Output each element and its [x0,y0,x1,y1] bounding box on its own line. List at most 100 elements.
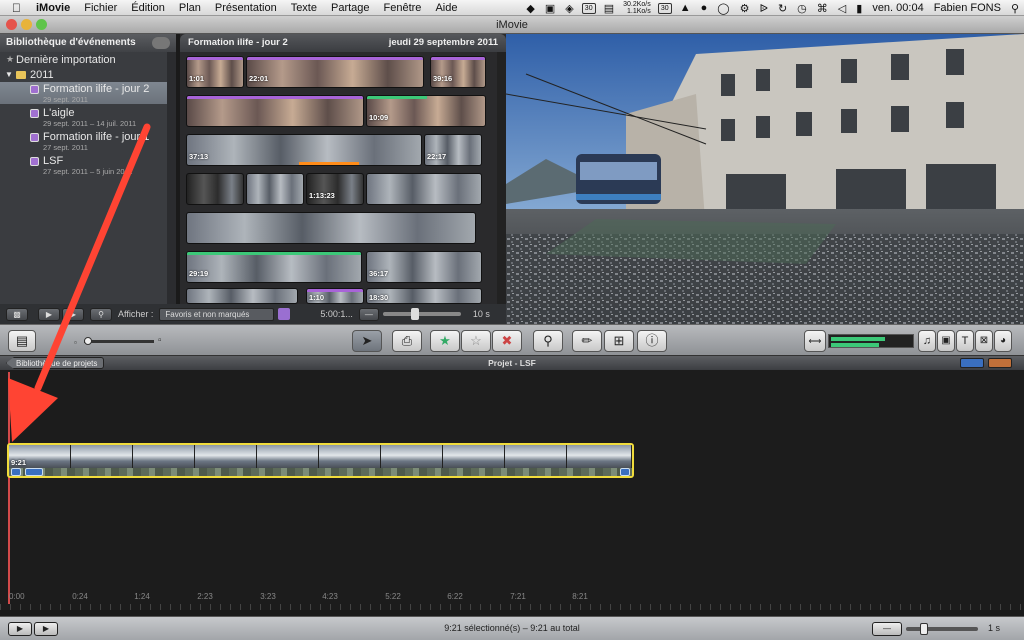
event-clip[interactable]: 10:09 [366,95,486,127]
event-clip[interactable]: 22:17 [424,134,482,166]
crop-button[interactable]: ⊞ [604,330,634,352]
year-group[interactable]: ▼ 2011 [0,67,176,82]
menu-fenetre[interactable]: Fenêtre [377,2,429,14]
event-item[interactable]: Formation ilife - jour 2 29 sept. 2011 [0,82,176,104]
show-library-button[interactable]: ▩ [6,307,28,321]
add-to-project-button[interactable]: ⎙ [392,330,422,352]
event-clip[interactable]: 1:01 [186,56,244,88]
slider-knob[interactable] [410,308,419,320]
zoom-icon[interactable] [36,19,47,30]
contacts-icon[interactable]: ● [696,2,713,14]
close-icon[interactable] [6,19,17,30]
menu-texte[interactable]: Texte [284,2,324,14]
swap-events-projects-button[interactable]: ▤ [8,330,36,352]
event-item[interactable]: Formation ilife - jour 1 27 sept. 2011 [0,128,176,152]
play-project-button[interactable]: ▶ [8,622,32,636]
sync-icon[interactable]: ↻ [773,2,792,15]
event-clip[interactable]: 29:19 [186,251,362,283]
event-clip[interactable]: 36:17 [366,251,482,283]
unmark-button[interactable]: ☆ [461,330,491,352]
video-viewer[interactable] [506,34,1024,324]
time-machine-icon[interactable]: ◷ [792,2,812,15]
event-clip[interactable]: 22:01 [246,56,424,88]
activity-icon[interactable]: ▤ [599,2,619,15]
theme-button[interactable] [988,358,1012,368]
monitor-icon[interactable]: ▣ [540,2,560,15]
event-clip[interactable] [246,173,304,205]
clip-start-handle-icon[interactable] [11,468,21,476]
event-clip[interactable] [186,173,244,205]
keyword-button[interactable]: ⚲ [533,330,563,352]
eject-button[interactable] [152,37,170,49]
menu-edition[interactable]: Édition [124,2,172,14]
project-library-button[interactable]: Bibliothèque de projets [6,357,105,369]
dropper-button[interactable]: ✏ [572,330,602,352]
minimize-icon[interactable] [21,19,32,30]
project-timeline[interactable] [0,370,1024,610]
person-icon[interactable] [278,308,291,320]
inspector-button[interactable]: ⓘ [637,330,667,352]
calendar-icon[interactable]: 30 [657,2,672,14]
app-menu[interactable]: iMovie [29,2,77,14]
vertical-scrollbar[interactable] [167,52,176,304]
event-clip[interactable] [186,95,364,127]
event-clip[interactable]: 39:16 [430,56,486,88]
volume-icon[interactable]: ◁ [833,2,851,15]
play-full-button[interactable]: ▶ [38,307,60,321]
event-clip[interactable] [366,173,482,205]
badge-icon[interactable]: 30 [581,2,596,14]
music-browser-button[interactable]: ♫ [918,330,936,352]
audio-skim-button[interactable]: — [872,622,902,636]
thumb-size-slider[interactable] [382,308,461,320]
battery-icon[interactable]: ▮ [851,2,867,15]
slider-knob[interactable] [920,623,928,635]
clock[interactable]: ven. 00:04 [867,2,928,14]
search-icon[interactable]: ⚲ [90,307,112,321]
event-clip[interactable]: 1:13:23 [306,173,364,205]
evernote-icon[interactable]: ◈ [560,2,578,15]
user-menu[interactable]: Fabien FONS [929,2,1006,14]
dropbox-icon[interactable]: ◆ [521,2,539,15]
flame-icon[interactable]: ▲ [675,2,696,14]
map-browser-button[interactable]: ◕ [994,330,1012,352]
event-clip[interactable]: 37:13 [186,134,422,166]
clip-size-slider[interactable] [84,337,154,345]
disclosure-triangle-icon[interactable]: ▼ [5,70,13,79]
event-clip[interactable]: 18:30 [366,288,482,304]
play-fullscreen-button[interactable]: ▶ [34,622,58,636]
event-item[interactable]: LSF 27 sept. 2011 – 5 juin 2011 [0,152,176,176]
photo-browser-button[interactable]: ▣ [937,330,955,352]
bluetooth-icon[interactable]: ᐉ [754,2,772,15]
title-browser-button[interactable]: T [956,330,974,352]
menu-presentation[interactable]: Présentation [208,2,284,14]
menu-partage[interactable]: Partage [324,2,377,14]
select-tool-button[interactable]: ➤ [352,330,382,352]
event-clip[interactable] [186,288,298,304]
playhead[interactable] [8,372,10,604]
last-import-item[interactable]: ★ Dernière importation [0,52,176,67]
audio-skim-button[interactable]: — [358,307,379,321]
apple-menu-icon[interactable]:  [0,1,29,15]
filter-select[interactable]: Favoris et non marqués [159,307,275,321]
spotlight-icon[interactable]: ⚲ [1006,2,1024,15]
network-monitor[interactable]: 30.2Ko/s 1.1Ko/s [619,1,655,15]
menu-aide[interactable]: Aide [428,2,464,14]
event-clip[interactable] [186,212,476,244]
zoom-slider[interactable] [906,623,978,635]
chat-icon[interactable]: ◯ [712,2,734,15]
gear-icon[interactable]: ⚙ [735,2,755,15]
clip-actions-gear-icon[interactable] [25,468,43,476]
menu-fichier[interactable]: Fichier [77,2,124,14]
project-clip[interactable]: 9:21 [7,443,634,478]
favorite-button[interactable]: ★ [430,330,460,352]
reject-button[interactable]: ✖ [492,330,522,352]
event-item[interactable]: L'aigle 29 sept. 2011 – 14 juil. 2011 [0,104,176,128]
slider-knob[interactable] [84,337,92,345]
wifi-icon[interactable]: ⌘ [812,2,833,15]
menu-plan[interactable]: Plan [172,2,208,14]
transition-browser-button[interactable]: ⊠ [975,330,993,352]
clip-end-handle-icon[interactable] [620,468,630,476]
play-button[interactable]: ▶ [62,307,84,321]
view-toggle-button[interactable] [960,358,984,368]
event-clip[interactable]: 1:10 [306,288,364,304]
